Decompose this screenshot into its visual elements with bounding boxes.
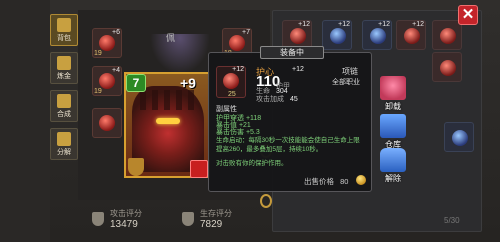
sell-price-value: 80 xyxy=(340,177,349,186)
slot-plus: +6 xyxy=(112,29,120,36)
dragon-spikes xyxy=(140,90,196,110)
tooltip-description-2: 对击败有你的保护作用。 xyxy=(216,160,288,167)
item-plus: +12 xyxy=(378,21,390,28)
tab-backpack[interactable]: 背包 xyxy=(50,14,78,46)
tab-label: 合成 xyxy=(57,111,71,118)
gem-icon xyxy=(370,28,386,44)
survival-score: 生存评分 7829 xyxy=(182,206,232,232)
tooltip-stat-row: 攻击加成 45 xyxy=(256,94,298,104)
gem-icon xyxy=(99,115,115,131)
tooltip-item-level: 25 xyxy=(228,91,236,98)
tab-label: 背包 xyxy=(57,35,71,42)
unequip-icon xyxy=(380,76,406,100)
gem-icon xyxy=(290,28,306,44)
inventory-count: 5/30 xyxy=(444,216,460,225)
equip-slot-weapon[interactable]: +6 19 xyxy=(92,28,122,58)
inventory-item[interactable]: +12 xyxy=(396,20,426,50)
shield-icon xyxy=(128,158,144,176)
slot-level: 19 xyxy=(94,88,102,95)
inventory-item[interactable] xyxy=(432,52,462,82)
coin-icon xyxy=(356,175,366,185)
slot-plus: +7 xyxy=(242,29,250,36)
gem-icon xyxy=(440,60,456,76)
equip-slot-ring[interactable] xyxy=(92,108,122,138)
red-flag-icon xyxy=(190,160,208,178)
close-button[interactable]: ✕ xyxy=(458,5,478,25)
gem-icon xyxy=(99,35,115,51)
inventory-item[interactable] xyxy=(432,20,462,50)
equip-slot-armor[interactable]: +4 19 xyxy=(92,66,122,96)
hero-level-badge: 7 xyxy=(126,74,146,92)
left-sidebar-bg xyxy=(0,0,50,242)
item-plus: +12 xyxy=(298,21,310,28)
alchemy-icon xyxy=(57,56,71,70)
craft-icon xyxy=(57,94,71,108)
attack-score: 攻击评分 13479 xyxy=(92,206,142,232)
tooltip-item-icon: +12 25 xyxy=(216,66,246,98)
ring-icon xyxy=(256,190,276,212)
tooltip-item-plus: +12 xyxy=(232,66,244,73)
gem-icon xyxy=(440,28,456,44)
item-plus: +12 xyxy=(338,21,350,28)
tab-craft[interactable]: 合成 xyxy=(50,90,78,122)
decompose-icon xyxy=(57,132,71,146)
stat-key: 攻击加成 xyxy=(256,96,284,103)
unlock-label: 解除 xyxy=(385,174,401,183)
tooltip-tab: 装备中 xyxy=(260,46,324,59)
survival-score-label: 生存评分 xyxy=(200,209,232,218)
unload-button[interactable]: 卸载 xyxy=(379,76,407,112)
tab-label: 炼金 xyxy=(57,73,71,80)
stat-value: 45 xyxy=(290,96,298,103)
gem-icon xyxy=(330,28,346,44)
tab-decompose[interactable]: 分解 xyxy=(50,128,78,160)
tab-alchemy[interactable]: 炼金 xyxy=(50,52,78,84)
slot-level: 19 xyxy=(94,50,102,57)
sell-price: 出售价格 80 xyxy=(304,176,348,187)
gem-icon xyxy=(99,73,115,89)
hero-plus: +9 xyxy=(180,75,196,91)
warehouse-button[interactable]: 仓库 xyxy=(379,114,407,150)
heart-gem-icon xyxy=(223,73,239,89)
shield-icon xyxy=(182,212,194,226)
tab-label: 分解 xyxy=(57,149,71,156)
backpack-icon xyxy=(57,18,71,32)
gem-icon xyxy=(404,28,420,44)
sword-icon xyxy=(92,212,104,226)
tooltip-item-type: 项链 xyxy=(342,67,358,76)
tooltip-name-plus: +12 xyxy=(292,66,304,73)
slot-plus: +4 xyxy=(112,67,120,74)
warehouse-icon xyxy=(380,114,406,138)
unlock-button[interactable]: 解除 xyxy=(379,148,407,184)
lamp-label: 佩 xyxy=(166,33,176,43)
inventory-item[interactable]: +12 xyxy=(322,20,352,50)
sell-price-label: 出售价格 xyxy=(304,177,334,186)
lamp-glow xyxy=(150,34,210,74)
item-plus: +12 xyxy=(412,21,424,28)
attack-score-value: 13479 xyxy=(110,219,138,230)
tooltip-description: 生命启动：每隔30秒一次技能能会使自己生命上限提高260，最多叠加5层，持续10… xyxy=(216,137,360,153)
inventory-item[interactable] xyxy=(444,122,474,152)
lock-icon xyxy=(380,148,406,172)
tooltip-class-requirement: 全部职业 xyxy=(332,79,360,86)
unload-label: 卸载 xyxy=(385,102,401,111)
attack-score-label: 攻击评分 xyxy=(110,209,142,218)
gem-icon xyxy=(452,130,468,146)
gem-icon xyxy=(229,35,245,51)
inventory-item[interactable]: +12 xyxy=(362,20,392,50)
dragon-eyes xyxy=(156,118,180,124)
survival-score-value: 7829 xyxy=(200,219,223,230)
